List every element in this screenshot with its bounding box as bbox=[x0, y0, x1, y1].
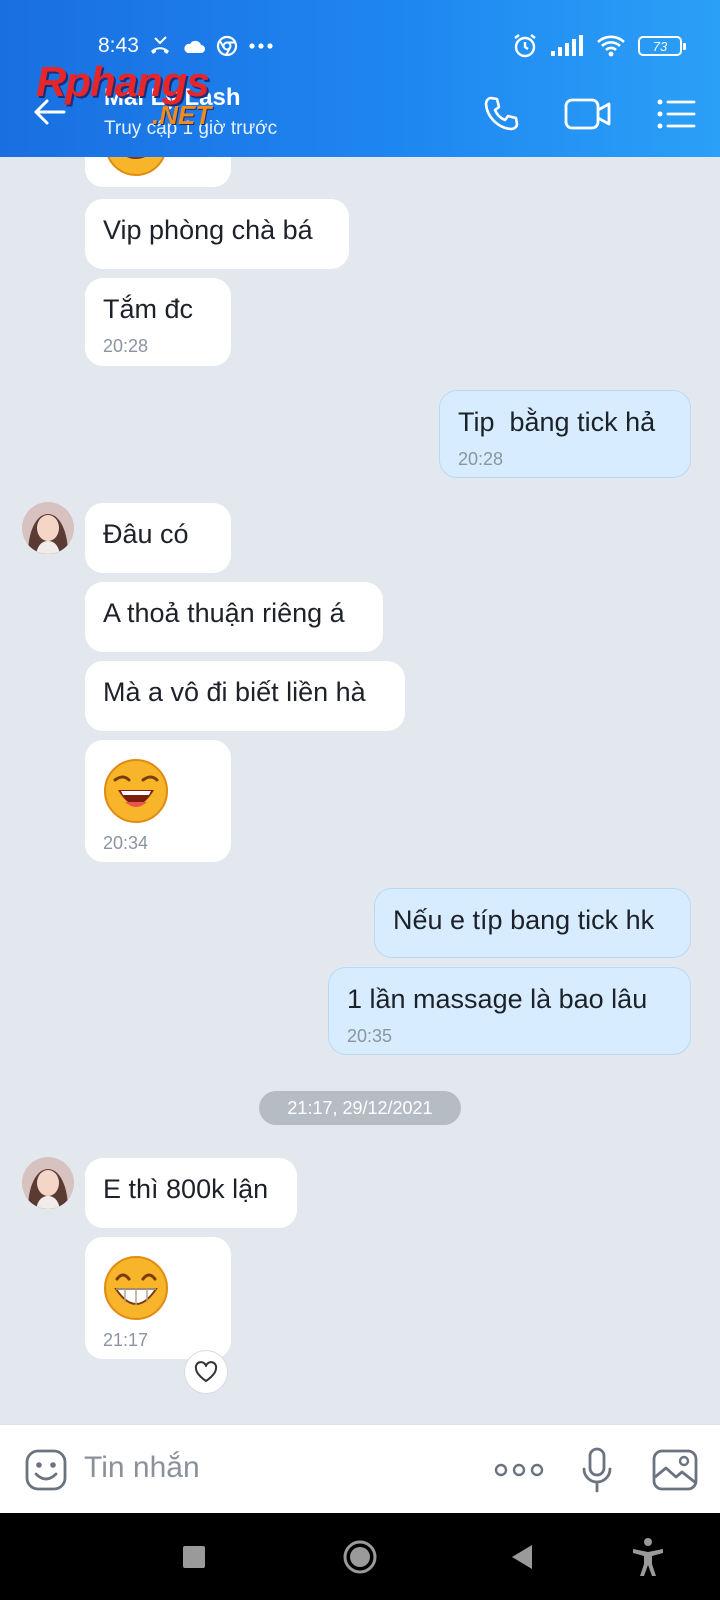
date-separator: 21:17, 29/12/2021 bbox=[259, 1091, 461, 1125]
message-bubble[interactable]: Tắm đc 20:28 bbox=[85, 278, 231, 366]
accessibility-button[interactable] bbox=[626, 1535, 670, 1579]
react-heart-button[interactable] bbox=[184, 1350, 228, 1394]
emoji-icon bbox=[107, 157, 165, 176]
alarm-icon bbox=[514, 34, 536, 58]
message-bubble[interactable]: Đâu có bbox=[85, 503, 231, 573]
menu-list-icon bbox=[657, 99, 696, 129]
message-time: 20:28 bbox=[458, 449, 504, 469]
status-icons-right: 73 bbox=[512, 32, 686, 60]
home-circle-icon bbox=[343, 1540, 377, 1574]
back-triangle-icon bbox=[512, 1545, 532, 1569]
square-icon bbox=[183, 1546, 205, 1568]
more-dots-icon bbox=[249, 43, 273, 49]
gallery-button[interactable] bbox=[650, 1445, 700, 1495]
wifi-icon bbox=[597, 35, 625, 57]
back-button[interactable] bbox=[30, 92, 70, 132]
top-bar: 8:43 73 Mai Ly Lash Truy cập 1 giờ trước… bbox=[0, 0, 720, 157]
avatar-image bbox=[22, 502, 74, 554]
message-text: 1 lần massage là bao lâu bbox=[347, 984, 648, 1014]
call-button[interactable] bbox=[477, 90, 525, 138]
contact-last-seen: Truy cập 1 giờ trước bbox=[104, 118, 278, 139]
microphone-icon bbox=[582, 1447, 612, 1493]
back-icon bbox=[34, 99, 66, 125]
sticker-icon bbox=[25, 1449, 67, 1491]
cloud-icon bbox=[184, 40, 205, 53]
more-options-icon bbox=[494, 1463, 544, 1477]
message-time: 20:35 bbox=[347, 1026, 393, 1046]
message-text: Đâu có bbox=[103, 519, 189, 549]
chat-menu-button[interactable] bbox=[652, 90, 700, 138]
message-bubble[interactable]: 20:34 bbox=[85, 740, 231, 862]
status-icons-left bbox=[148, 34, 274, 58]
heart-icon bbox=[194, 1361, 218, 1382]
contact-name[interactable]: Mai Ly Lash bbox=[104, 84, 240, 112]
message-text: Nếu e típ bang tick hk bbox=[393, 905, 655, 935]
grinning-emoji-icon bbox=[104, 1256, 168, 1320]
video-call-icon bbox=[564, 98, 611, 130]
recent-apps-button[interactable] bbox=[172, 1535, 216, 1579]
message-bubble-clipped[interactable] bbox=[85, 157, 231, 187]
message-text: E thì 800k lận bbox=[103, 1174, 269, 1204]
message-bubble-sent[interactable]: Nếu e típ bang tick hk bbox=[374, 888, 691, 958]
message-text: Mà a vô đi biết liền hà bbox=[103, 677, 366, 707]
message-bubble-sent[interactable]: 1 lần massage là bao lâu 20:35 bbox=[328, 967, 691, 1055]
message-text: Tắm đc bbox=[103, 294, 194, 324]
missed-call-icon bbox=[151, 36, 169, 54]
message-bubble[interactable]: 21:17 bbox=[85, 1237, 231, 1359]
message-time: 20:28 bbox=[103, 336, 149, 356]
status-bar: 8:43 73 bbox=[0, 0, 720, 70]
home-button[interactable] bbox=[338, 1535, 382, 1579]
message-bubble-sent[interactable]: Tip bằng tick hả 20:28 bbox=[439, 390, 691, 478]
message-input[interactable]: Tin nhắn bbox=[84, 1451, 200, 1485]
more-options-button[interactable] bbox=[494, 1445, 544, 1495]
message-bubble[interactable]: Vip phòng chà bá bbox=[85, 199, 349, 269]
contact-avatar[interactable] bbox=[22, 502, 74, 554]
contact-avatar[interactable] bbox=[22, 1157, 74, 1209]
message-composer: Tin nhắn bbox=[0, 1424, 720, 1513]
back-nav-button[interactable] bbox=[500, 1535, 544, 1579]
message-bubble[interactable]: E thì 800k lận bbox=[85, 1158, 297, 1228]
sticker-button[interactable] bbox=[21, 1445, 71, 1495]
gallery-icon bbox=[652, 1449, 698, 1491]
message-time: 20:34 bbox=[103, 833, 149, 853]
message-text: A thoả thuận riêng á bbox=[103, 598, 345, 628]
signal-icon bbox=[551, 35, 583, 56]
status-time: 8:43 bbox=[98, 34, 139, 57]
chrome-icon bbox=[216, 35, 238, 57]
accessibility-icon bbox=[633, 1538, 663, 1576]
avatar-image bbox=[22, 1157, 74, 1209]
phone-icon bbox=[484, 96, 519, 131]
laughing-emoji-icon bbox=[104, 759, 168, 823]
message-text: Tip bằng tick hả bbox=[458, 407, 656, 437]
voice-record-button[interactable] bbox=[572, 1445, 622, 1495]
message-time: 21:17 bbox=[103, 1330, 149, 1350]
system-navigation-bar bbox=[0, 1513, 720, 1600]
message-text: Vip phòng chà bá bbox=[103, 215, 313, 245]
message-bubble[interactable]: A thoả thuận riêng á bbox=[85, 582, 383, 652]
message-bubble[interactable]: Mà a vô đi biết liền hà bbox=[85, 661, 405, 731]
battery-icon: 73 bbox=[638, 36, 686, 56]
battery-level: 73 bbox=[652, 38, 668, 54]
video-call-button[interactable] bbox=[564, 90, 612, 138]
chat-messages[interactable]: Vip phòng chà bá Tắm đc 20:28 Tip bằng t… bbox=[0, 157, 720, 1424]
